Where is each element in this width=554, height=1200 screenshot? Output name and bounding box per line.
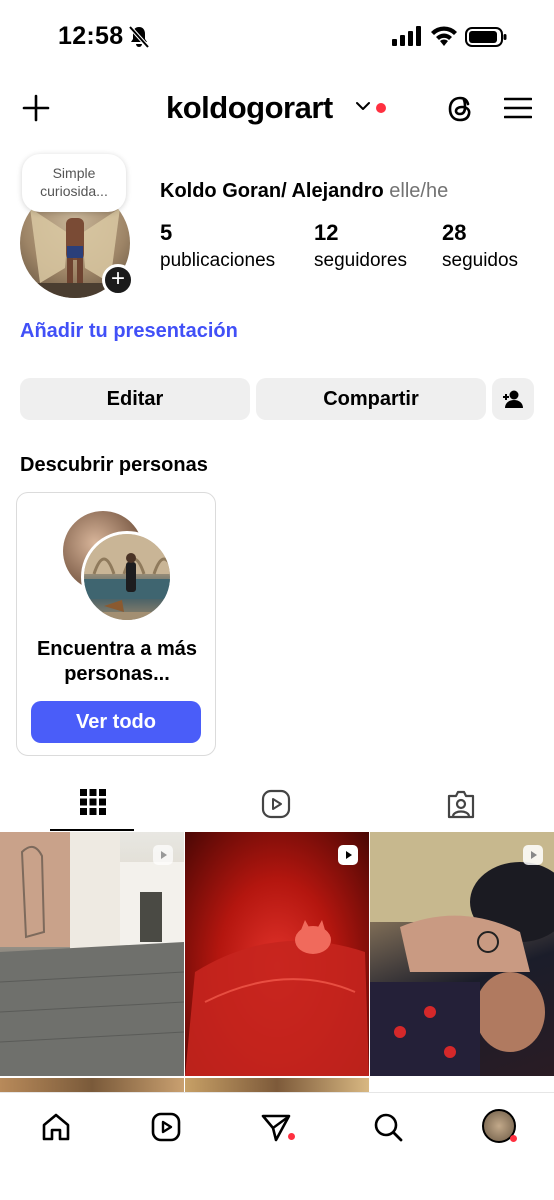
posts-grid	[0, 832, 554, 1092]
stat-followers[interactable]: 12 seguidores	[314, 220, 407, 272]
reel-badge-icon	[153, 845, 173, 865]
hamburger-menu-icon[interactable]	[504, 96, 532, 120]
pronouns-text: elle/he	[389, 180, 449, 202]
threads-icon[interactable]	[446, 93, 476, 125]
profile-full-name: Koldo Goran/ Alejandro elle/he	[160, 180, 448, 203]
add-user-icon	[503, 390, 523, 408]
discover-title: Descubrir personas	[20, 454, 208, 476]
stat-label: seguidos	[442, 250, 519, 271]
post-image	[370, 832, 554, 1076]
home-icon[interactable]	[40, 1111, 72, 1143]
post-thumbnail[interactable]	[185, 832, 369, 1076]
notification-dot	[376, 103, 386, 113]
profile-notification-dot	[510, 1135, 517, 1142]
discover-card: Encuentra a más personas... Ver todo	[16, 492, 216, 756]
status-bar: 12:58	[0, 0, 554, 72]
share-profile-button[interactable]: Compartir	[256, 378, 486, 420]
status-time: 12:58	[58, 22, 124, 50]
search-icon[interactable]	[372, 1111, 404, 1143]
battery-icon	[465, 27, 507, 47]
post-thumbnail[interactable]	[185, 1078, 369, 1092]
reel-badge-icon	[523, 845, 543, 865]
messages-notification-dot	[288, 1133, 295, 1140]
post-thumbnail[interactable]	[0, 1078, 184, 1092]
bottom-navigation	[0, 1092, 554, 1200]
suggested-photo	[84, 534, 170, 620]
post-thumbnail[interactable]	[370, 832, 554, 1076]
post-thumbnail[interactable]	[0, 832, 184, 1076]
active-tab-indicator	[50, 829, 134, 831]
tab-posts-grid[interactable]	[0, 776, 184, 832]
add-story-button[interactable]: +	[102, 264, 134, 296]
discover-card-text: Encuentra a más personas...	[36, 638, 198, 685]
reels-icon	[261, 789, 291, 819]
stat-following[interactable]: 28 seguidos	[442, 220, 518, 272]
cellular-signal-icon	[392, 26, 421, 46]
stat-label: seguidores	[314, 250, 407, 271]
profile-header: koldogorart	[0, 86, 554, 134]
bell-off-icon	[128, 25, 150, 49]
chevron-down-icon[interactable]	[356, 101, 370, 111]
tab-tagged[interactable]	[370, 776, 554, 832]
discover-people-button[interactable]	[492, 378, 534, 420]
add-bio-link[interactable]: Añadir tu presentación	[20, 320, 238, 343]
direct-messages-icon[interactable]	[260, 1111, 292, 1143]
profile-content-tabs	[0, 776, 554, 832]
stat-posts[interactable]: 5 publicaciones	[160, 220, 275, 272]
tagged-icon	[447, 790, 475, 819]
stat-value: 28	[442, 220, 467, 245]
post-image	[0, 832, 184, 1076]
suggested-avatar	[81, 531, 173, 623]
edit-profile-button[interactable]: Editar	[20, 378, 250, 420]
full-name-text: Koldo Goran/ Alejandro	[160, 180, 384, 202]
post-image	[185, 920, 369, 1076]
wifi-icon	[431, 26, 457, 46]
stat-label: publicaciones	[160, 250, 276, 271]
stat-value: 5	[160, 220, 173, 245]
reel-badge-icon	[338, 845, 358, 865]
tab-reels[interactable]	[185, 776, 369, 832]
note-bubble[interactable]: Simple curiosida...	[22, 154, 126, 212]
stat-value: 12	[314, 220, 339, 245]
grid-icon	[80, 789, 106, 815]
account-username[interactable]: koldogorart	[166, 90, 333, 126]
see-all-button[interactable]: Ver todo	[31, 701, 201, 743]
reels-icon[interactable]	[150, 1111, 182, 1143]
create-plus-icon[interactable]	[22, 94, 50, 122]
